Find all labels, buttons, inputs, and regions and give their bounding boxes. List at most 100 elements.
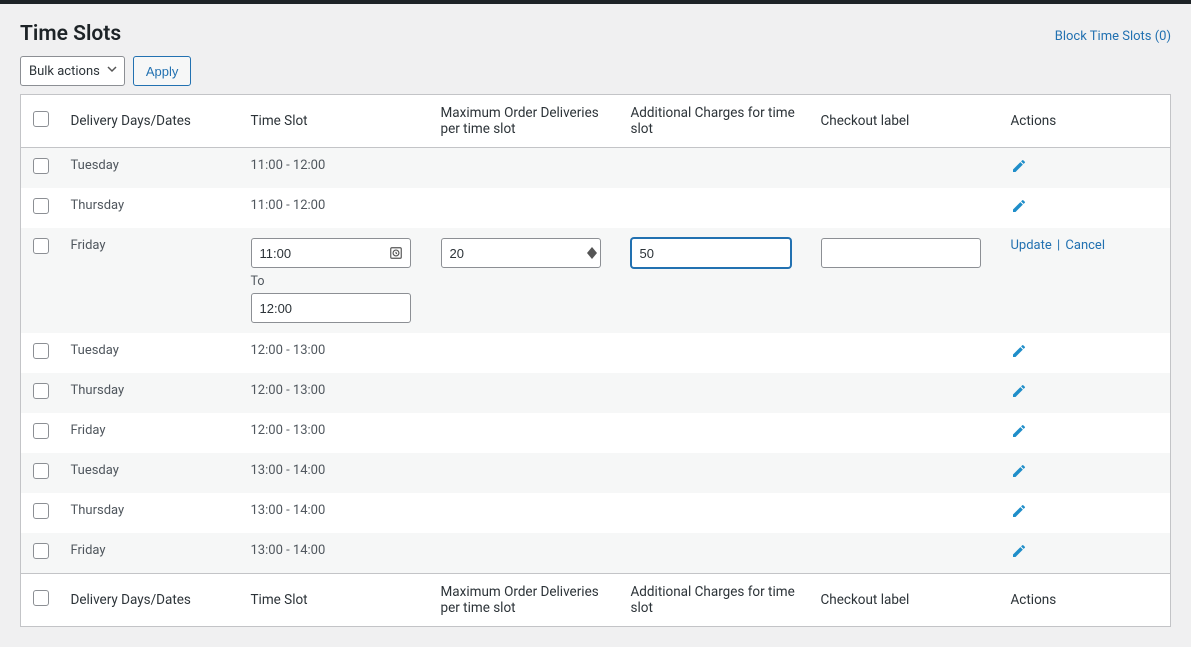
edit-icon[interactable]: [1011, 543, 1027, 559]
cell-max: [431, 188, 621, 228]
table-row: Tuesday12:00 - 13:00: [21, 333, 1171, 373]
cell-slot: 12:00 - 13:00: [241, 413, 431, 453]
cell-label: [811, 188, 1001, 228]
col-header-charge: Additional Charges for time slot: [621, 95, 811, 148]
edit-icon[interactable]: [1011, 158, 1027, 174]
col-footer-label: Checkout label: [811, 574, 1001, 627]
block-time-slots-link[interactable]: Block Time Slots (0): [1055, 29, 1171, 44]
cell-label: [811, 373, 1001, 413]
row-checkbox[interactable]: [33, 158, 49, 174]
cancel-link[interactable]: Cancel: [1065, 238, 1105, 253]
cell-actions: [1001, 148, 1171, 189]
cell-charge: [621, 373, 811, 413]
edit-icon[interactable]: [1011, 463, 1027, 479]
bulk-actions-label: Bulk actions: [29, 64, 100, 79]
col-header-max: Maximum Order Deliveries per time slot: [431, 95, 621, 148]
cell-actions: [1001, 333, 1171, 373]
row-checkbox[interactable]: [33, 423, 49, 439]
table-row: Friday13:00 - 14:00: [21, 533, 1171, 574]
cell-slot: 13:00 - 14:00: [241, 533, 431, 574]
toolbar: Bulk actions Apply: [20, 56, 1171, 86]
update-link[interactable]: Update: [1011, 238, 1052, 253]
cell-label: [811, 493, 1001, 533]
checkout-label-input[interactable]: [821, 238, 981, 268]
chevron-down-icon: [106, 63, 118, 79]
page-content: Time Slots Block Time Slots (0) Bulk act…: [0, 4, 1191, 647]
cell-charge-editing: [621, 228, 811, 333]
page-title: Time Slots: [20, 22, 121, 46]
cell-day: Tuesday: [61, 148, 241, 189]
col-header-label: Checkout label: [811, 95, 1001, 148]
row-checkbox[interactable]: [33, 238, 49, 254]
cell-actions-editing: Update | Cancel: [1001, 228, 1171, 333]
cell-max: [431, 333, 621, 373]
cell-slot: 13:00 - 14:00: [241, 453, 431, 493]
row-checkbox[interactable]: [33, 463, 49, 479]
cell-day: Tuesday: [61, 453, 241, 493]
cell-max: [431, 373, 621, 413]
cell-charge: [621, 493, 811, 533]
cell-max: [431, 413, 621, 453]
cell-actions: [1001, 533, 1171, 574]
cell-day: Friday: [61, 413, 241, 453]
cell-charge: [621, 533, 811, 574]
cell-actions: [1001, 413, 1171, 453]
cell-label-editing: [811, 228, 1001, 333]
edit-icon[interactable]: [1011, 423, 1027, 439]
select-all-checkbox-footer[interactable]: [33, 590, 49, 606]
table-row: Tuesday13:00 - 14:00: [21, 453, 1171, 493]
col-footer-max: Maximum Order Deliveries per time slot: [431, 574, 621, 627]
col-header-slot: Time Slot: [241, 95, 431, 148]
cell-max: [431, 453, 621, 493]
edit-icon[interactable]: [1011, 198, 1027, 214]
edit-icon[interactable]: [1011, 383, 1027, 399]
col-footer-day: Delivery Days/Dates: [61, 574, 241, 627]
cell-charge: [621, 148, 811, 189]
cell-label: [811, 333, 1001, 373]
row-checkbox[interactable]: [33, 343, 49, 359]
row-checkbox[interactable]: [33, 543, 49, 559]
cell-label: [811, 453, 1001, 493]
cell-day: Friday: [61, 533, 241, 574]
apply-button[interactable]: Apply: [133, 56, 192, 86]
edit-icon[interactable]: [1011, 503, 1027, 519]
additional-charges-input[interactable]: [631, 238, 791, 268]
table-row: Thursday11:00 - 12:00: [21, 188, 1171, 228]
cell-actions: [1001, 373, 1171, 413]
cell-actions: [1001, 493, 1171, 533]
select-all-checkbox[interactable]: [33, 111, 49, 127]
cell-charge: [621, 453, 811, 493]
row-checkbox[interactable]: [33, 198, 49, 214]
cell-max-editing: [431, 228, 621, 333]
cell-label: [811, 413, 1001, 453]
col-header-day: Delivery Days/Dates: [61, 95, 241, 148]
table-row: FridayTo Update | Cancel: [21, 228, 1171, 333]
table-row: Friday12:00 - 13:00: [21, 413, 1171, 453]
cell-label: [811, 533, 1001, 574]
row-checkbox[interactable]: [33, 383, 49, 399]
edit-icon[interactable]: [1011, 343, 1027, 359]
cell-slot-editing: To: [241, 228, 431, 333]
cell-slot: 11:00 - 12:00: [241, 188, 431, 228]
table-row: Thursday12:00 - 13:00: [21, 373, 1171, 413]
time-to-input[interactable]: [251, 293, 411, 323]
cell-slot: 11:00 - 12:00: [241, 148, 431, 189]
cell-charge: [621, 188, 811, 228]
row-checkbox[interactable]: [33, 503, 49, 519]
time-from-input[interactable]: [251, 238, 411, 268]
cell-slot: 13:00 - 14:00: [241, 493, 431, 533]
table-row: Tuesday11:00 - 12:00: [21, 148, 1171, 189]
bulk-actions-select[interactable]: Bulk actions: [20, 56, 125, 86]
cell-day: Tuesday: [61, 333, 241, 373]
cell-slot: 12:00 - 13:00: [241, 333, 431, 373]
max-deliveries-input[interactable]: [441, 238, 601, 268]
cell-actions: [1001, 188, 1171, 228]
cell-day: Thursday: [61, 188, 241, 228]
cell-label: [811, 148, 1001, 189]
cell-actions: [1001, 453, 1171, 493]
col-footer-slot: Time Slot: [241, 574, 431, 627]
cell-day: Friday: [61, 228, 241, 333]
col-header-actions: Actions: [1001, 95, 1171, 148]
time-slots-table: Delivery Days/Dates Time Slot Maximum Or…: [20, 94, 1171, 627]
col-footer-actions: Actions: [1001, 574, 1171, 627]
